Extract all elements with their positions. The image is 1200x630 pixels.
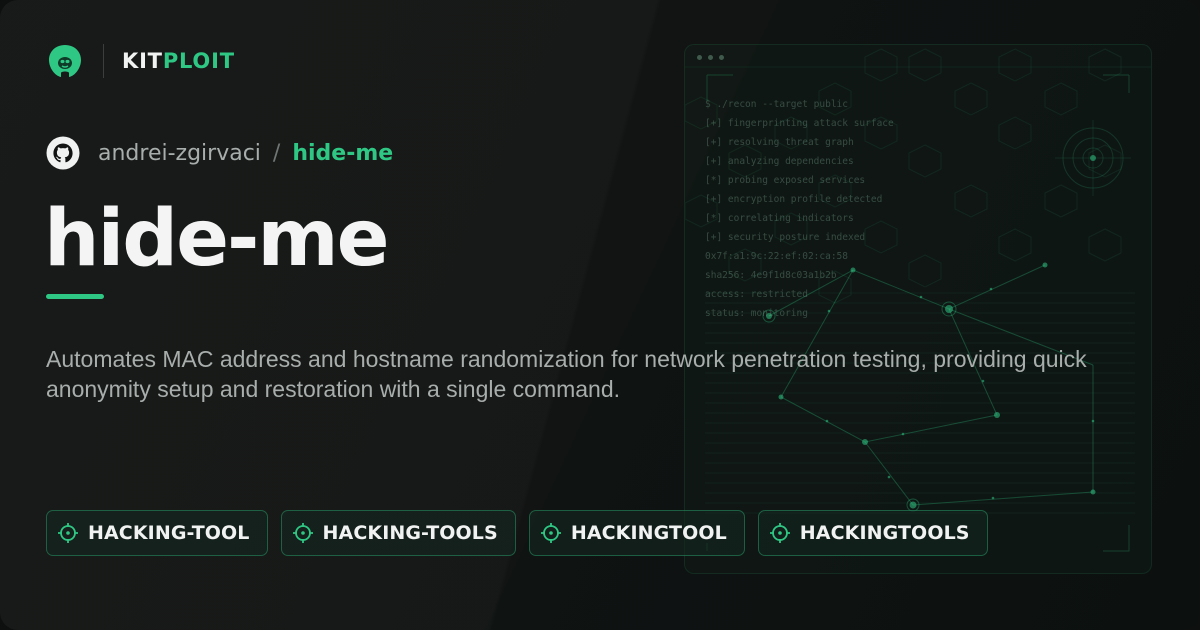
terminal-line: $ ./recon --target public [705, 99, 848, 110]
terminal-line: [*] probing exposed services [705, 175, 866, 186]
terminal-line: [*] correlating indicators [705, 213, 854, 224]
crosshair-icon [540, 523, 561, 543]
github-icon [46, 136, 80, 170]
tag-label: HACKINGTOOL [570, 522, 727, 544]
repo-separator: / [272, 140, 281, 166]
terminal-line: sha256: 4e9f1d8c03a1b2b [705, 270, 837, 281]
tag-hackingtool[interactable]: HACKINGTOOL [528, 510, 745, 556]
brand-name-part1: KIT [122, 49, 163, 73]
tag-list: HACKING-TOOL HACKING-TOOLS HACKINGTOOL H… [46, 510, 988, 556]
tag-hackingtools[interactable]: HACKINGTOOLS [757, 510, 988, 556]
terminal-output: $ ./recon --target public [+] fingerprint… [705, 95, 894, 323]
terminal-line: [+] fingerprinting attack surface [705, 118, 894, 129]
repo-name[interactable]: hide-me [292, 141, 393, 166]
title-underline [46, 294, 104, 299]
page-title: hide-me [44, 194, 390, 284]
tag-hacking-tools[interactable]: HACKING-TOOLS [280, 510, 516, 556]
repo-owner[interactable]: andrei-zgirvaci [98, 141, 261, 166]
terminal-line: status: monitoring [705, 308, 808, 319]
alien-head-logo-icon [49, 45, 81, 77]
repo-breadcrumb: andrei-zgirvaci / hide-me [46, 134, 393, 172]
description: Automates MAC address and hostname rando… [46, 346, 1087, 402]
tag-label: HACKING-TOOLS [322, 522, 498, 544]
brand-divider [103, 44, 104, 78]
crosshair-icon [58, 523, 78, 543]
tag-label: HACKING-TOOL [88, 522, 250, 544]
tag-hacking-tool[interactable]: HACKING-TOOL [46, 510, 268, 556]
tag-label: HACKINGTOOLS [799, 522, 970, 544]
terminal-line: [+] analyzing dependencies [705, 156, 854, 167]
brand-name-part2: PLOIT [162, 49, 235, 73]
crosshair-icon [292, 523, 313, 543]
terminal-line: 0x7f:a1:9c:22:ef:02:ca:58 [705, 251, 848, 262]
share-card: $ ./recon --target public [+] fingerprint… [0, 0, 1200, 630]
terminal-panel: $ ./recon --target public [+] fingerprint… [684, 44, 1152, 574]
terminal-line: [+] resolving threat graph [705, 137, 854, 148]
terminal-line: [+] security posture indexed [705, 232, 866, 243]
terminal-line: [+] encryption profile detected [705, 194, 883, 205]
brand[interactable]: KITPLOIT [46, 40, 235, 82]
crosshair-icon [769, 523, 790, 543]
brand-name: KITPLOIT [122, 49, 235, 73]
terminal-line: access: restricted [705, 289, 808, 300]
